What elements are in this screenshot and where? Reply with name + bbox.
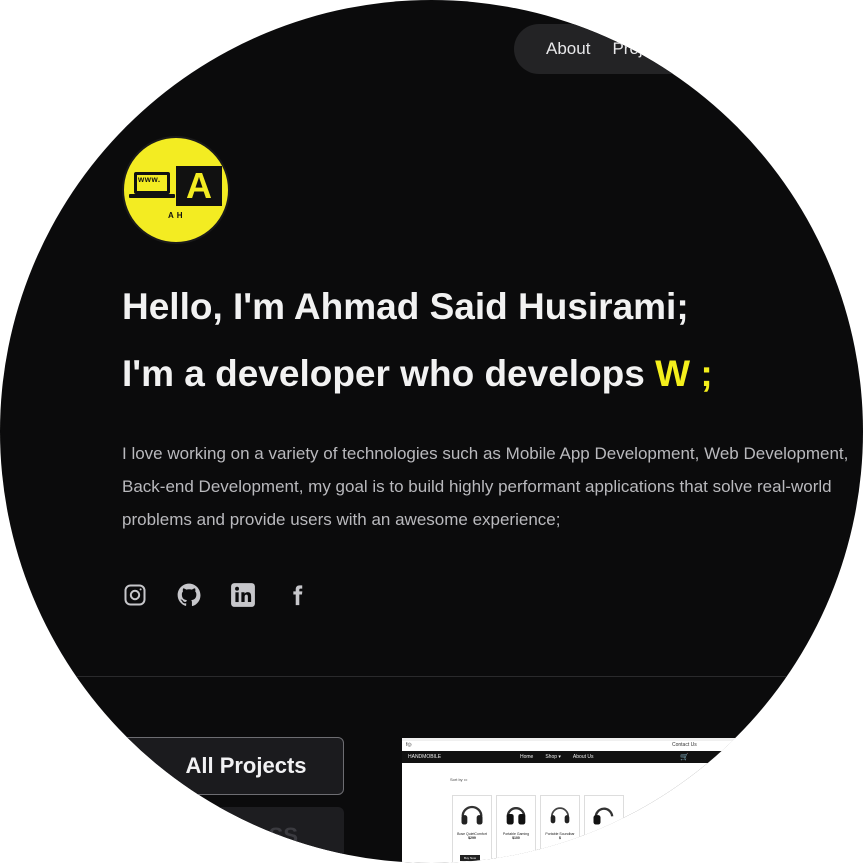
preview-nav-link: About Us xyxy=(572,754,594,760)
preview-sort-label: Sort by xyxy=(450,777,463,782)
preview-nav-link: Home xyxy=(520,754,534,760)
hero-tagline-prefix: I'm a developer who develops xyxy=(122,353,656,394)
linkedin-icon[interactable] xyxy=(230,582,256,608)
facebook-icon[interactable] xyxy=(284,582,310,608)
headphones-icon xyxy=(506,807,526,825)
nav-link-about[interactable]: About xyxy=(546,39,590,59)
product-card: Bose QuietComfort $299 xyxy=(452,795,492,863)
social-links xyxy=(122,582,310,608)
section-divider xyxy=(0,676,863,677)
product-card: Portable Gaming $100 xyxy=(496,795,536,863)
product-card: Portable Soundbar $ xyxy=(540,795,580,863)
filter-all-projects-button[interactable]: All Projects xyxy=(118,737,344,795)
top-nav: About Projects xyxy=(514,24,863,74)
cart-icon: 🛒 xyxy=(680,754,689,761)
project-preview-card[interactable]: f◎ Contact Us HANDMOBILE Home Shop ▾ Abo… xyxy=(402,738,863,863)
product-price: $299 xyxy=(468,836,476,840)
logo-initials: AH xyxy=(168,211,186,220)
preview-nav-links: Home Shop ▾ About Us xyxy=(520,754,594,760)
headphones-icon xyxy=(593,807,614,825)
hero-intro: I love working on a variety of technolog… xyxy=(122,444,849,529)
preview-sort: Sort by ▭ xyxy=(450,777,468,782)
nav-link-projects[interactable]: Projects xyxy=(612,39,673,59)
page-viewport: About Projects www. A AH Hello, I'm Ahma… xyxy=(0,0,863,863)
hero-tagline: I'm a developer who develops W ; xyxy=(122,353,713,395)
preview-social-icons: f◎ xyxy=(406,742,412,748)
preview-brand: HANDMOBILE xyxy=(408,754,442,760)
hero-greeting: Hello, I'm Ahmad Said Husirami; xyxy=(122,286,689,327)
filter-category-button[interactable]: SS xyxy=(118,807,344,863)
preview-contact: Contact Us xyxy=(672,742,697,748)
headphones-icon xyxy=(461,805,483,825)
logo-letter-box: A xyxy=(176,166,222,206)
preview-navbar: HANDMOBILE Home Shop ▾ About Us 🛒 xyxy=(402,751,863,763)
preview-nav-link: Shop ▾ xyxy=(545,754,561,760)
product-price: $ xyxy=(559,836,561,840)
laptop-base xyxy=(129,194,175,198)
site-logo[interactable]: www. A AH xyxy=(122,136,230,244)
headphones-icon xyxy=(550,807,570,824)
preview-buy-button: Buy Now xyxy=(460,855,481,861)
github-icon[interactable] xyxy=(176,582,202,608)
hero-typed-text: W ; xyxy=(655,353,713,394)
logo-letter: A xyxy=(186,165,212,206)
preview-product-grid: Bose QuietComfort $299 Portable Gaming $… xyxy=(452,795,624,863)
logo-www-text: www. xyxy=(138,175,161,184)
preview-topbar: f◎ Contact Us xyxy=(402,741,863,751)
product-card xyxy=(584,795,624,863)
product-price: $100 xyxy=(512,836,520,840)
instagram-icon[interactable] xyxy=(122,582,148,608)
